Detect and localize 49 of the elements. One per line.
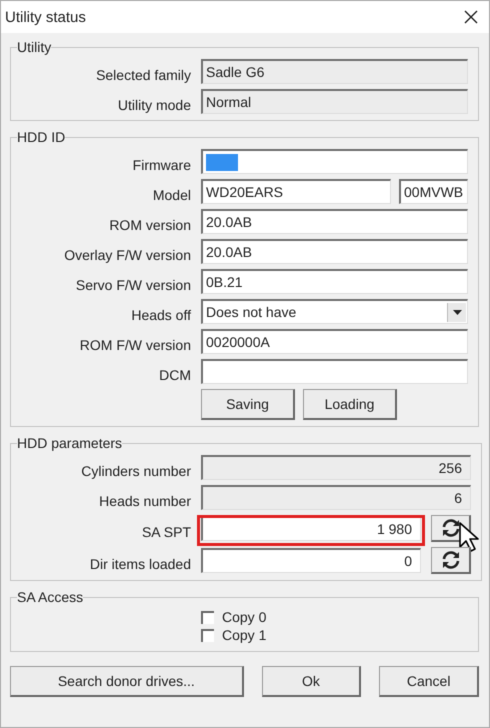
input-field[interactable] <box>201 359 468 384</box>
field-label: Heads off <box>130 306 191 322</box>
dropdown-value: Does not have <box>206 304 296 320</box>
checkbox[interactable] <box>201 628 214 642</box>
close-icon <box>463 9 479 25</box>
dropdown[interactable]: Does not have <box>201 299 468 324</box>
field-label: Firmware <box>132 156 191 172</box>
field-label: Heads number <box>98 492 191 508</box>
refresh-button[interactable] <box>431 547 471 574</box>
input-field[interactable] <box>201 149 468 174</box>
group-title: SA Access <box>17 589 84 605</box>
input-field[interactable]: WD20EARS <box>201 179 391 204</box>
input-field[interactable]: 6 <box>201 485 471 510</box>
input-field[interactable]: 20.0AB <box>201 209 468 234</box>
dialog-button[interactable]: Search donor drives... <box>10 666 244 697</box>
refresh-icon <box>440 549 462 571</box>
action-button[interactable]: Saving <box>201 389 295 420</box>
group-title: Utility <box>17 39 52 55</box>
field-label: Dir items loaded <box>88 554 191 572</box>
dialog-button[interactable]: Cancel <box>379 666 480 697</box>
refresh-icon <box>440 517 462 539</box>
input-field[interactable]: Normal <box>201 89 468 114</box>
input-field[interactable]: 0 <box>201 548 421 573</box>
field-label: Utility mode <box>116 96 191 112</box>
input-field[interactable]: 0020000A <box>201 329 468 354</box>
checkbox-label: Copy 0 <box>222 609 266 625</box>
field-label: ROM version <box>108 216 191 232</box>
checkbox[interactable] <box>201 610 214 624</box>
input-field[interactable]: Sadle G6 <box>201 59 468 84</box>
field-label: DCM <box>158 366 191 382</box>
field-label: Servo F/W version <box>74 276 191 292</box>
field-label: Overlay F/W version <box>63 246 191 262</box>
input-field[interactable]: 1 980 <box>201 516 421 541</box>
input-field[interactable]: 20.0AB <box>201 239 468 264</box>
group-title: HDD ID <box>17 129 66 145</box>
input-field[interactable]: 256 <box>201 455 471 480</box>
input-field[interactable]: 0B.21 <box>201 269 468 294</box>
field-label: Cylinders number <box>80 462 191 478</box>
checkbox-label: Copy 1 <box>222 627 266 643</box>
window-title: Utility status <box>5 8 86 26</box>
group-title: HDD parameters <box>17 435 122 451</box>
field-label: SA SPT <box>140 522 191 540</box>
field-label: Selected family <box>95 66 191 82</box>
field-label: Model <box>152 186 191 202</box>
field-label: ROM F/W version <box>78 336 191 352</box>
dialog-button[interactable]: Ok <box>262 666 362 697</box>
action-button[interactable]: Loading <box>303 389 397 420</box>
input-field[interactable]: 00MVWB <box>399 179 468 204</box>
cursor-icon <box>458 521 480 553</box>
